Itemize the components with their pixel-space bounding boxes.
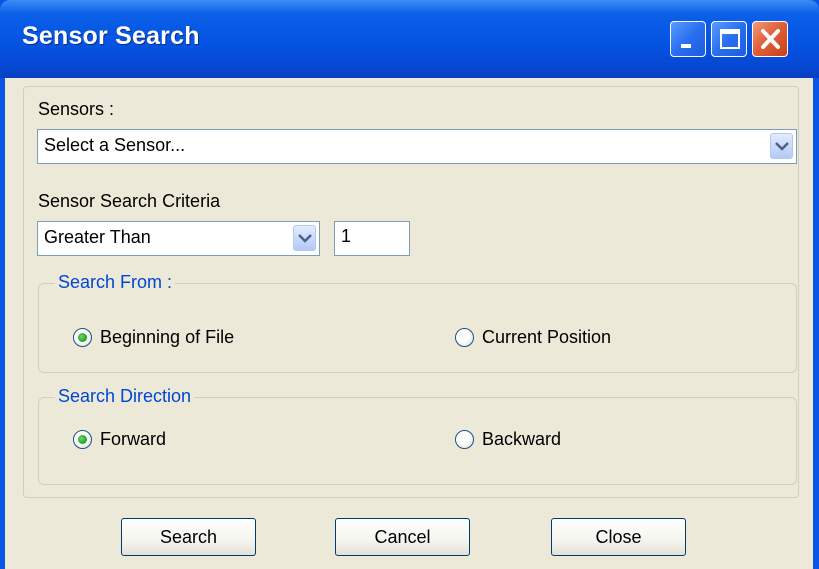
chevron-down-icon: [298, 234, 312, 243]
radio-label-backward: Backward: [482, 428, 562, 449]
maximize-button[interactable]: [711, 21, 747, 57]
radio-forward[interactable]: Forward: [73, 428, 166, 450]
main-panel: Sensors : Select a Sensor... Sensor Sear…: [23, 86, 799, 498]
search-direction-group: Search Direction Forward Backward: [38, 386, 797, 485]
window-title: Sensor Search: [22, 22, 200, 50]
sensor-search-dialog: Sensor Search Sensors : Select a Sensor.…: [0, 0, 819, 569]
dialog-client-area: Sensors : Select a Sensor... Sensor Sear…: [5, 78, 813, 569]
radio-backward[interactable]: Backward: [455, 428, 561, 450]
radio-button-checked[interactable]: [73, 327, 92, 347]
criteria-dropdown-button[interactable]: [293, 225, 316, 251]
minimize-button[interactable]: [670, 21, 706, 57]
search-direction-legend: Search Direction: [55, 386, 195, 407]
radio-label-current: Current Position: [482, 326, 612, 347]
radio-dot: [78, 332, 87, 342]
radio-button-unchecked[interactable]: [455, 429, 474, 449]
criteria-value-input[interactable]: 1: [334, 221, 410, 256]
radio-current-position[interactable]: Current Position: [455, 326, 611, 348]
criteria-label: Sensor Search Criteria: [38, 191, 221, 211]
chevron-down-icon: [775, 142, 789, 151]
search-from-legend: Search From :: [55, 272, 176, 293]
criteria-operator-value: Greater Than: [44, 227, 151, 247]
close-button[interactable]: Close: [551, 518, 686, 556]
radio-label-forward: Forward: [100, 428, 167, 449]
radio-beginning-of-file[interactable]: Beginning of File: [73, 326, 234, 348]
search-button[interactable]: Search: [121, 518, 256, 556]
radio-button-checked[interactable]: [73, 429, 92, 449]
close-icon: [761, 29, 780, 49]
sensor-dropdown-button[interactable]: [770, 133, 793, 159]
minimize-icon: [681, 44, 691, 48]
sensors-label: Sensors :: [38, 99, 115, 119]
search-from-group: Search From : Beginning of File Current …: [38, 272, 797, 373]
radio-dot: [78, 434, 87, 444]
criteria-value-text: 1: [341, 226, 352, 246]
sensor-select-value: Select a Sensor...: [44, 135, 186, 155]
title-bar[interactable]: Sensor Search: [0, 0, 819, 78]
maximize-icon: [720, 29, 740, 49]
radio-label-beginning: Beginning of File: [100, 326, 235, 347]
radio-button-unchecked[interactable]: [455, 327, 474, 347]
cancel-button[interactable]: Cancel: [335, 518, 470, 556]
criteria-operator-select[interactable]: Greater Than: [37, 221, 320, 256]
close-window-button[interactable]: [752, 21, 788, 57]
sensor-select[interactable]: Select a Sensor...: [37, 129, 797, 164]
